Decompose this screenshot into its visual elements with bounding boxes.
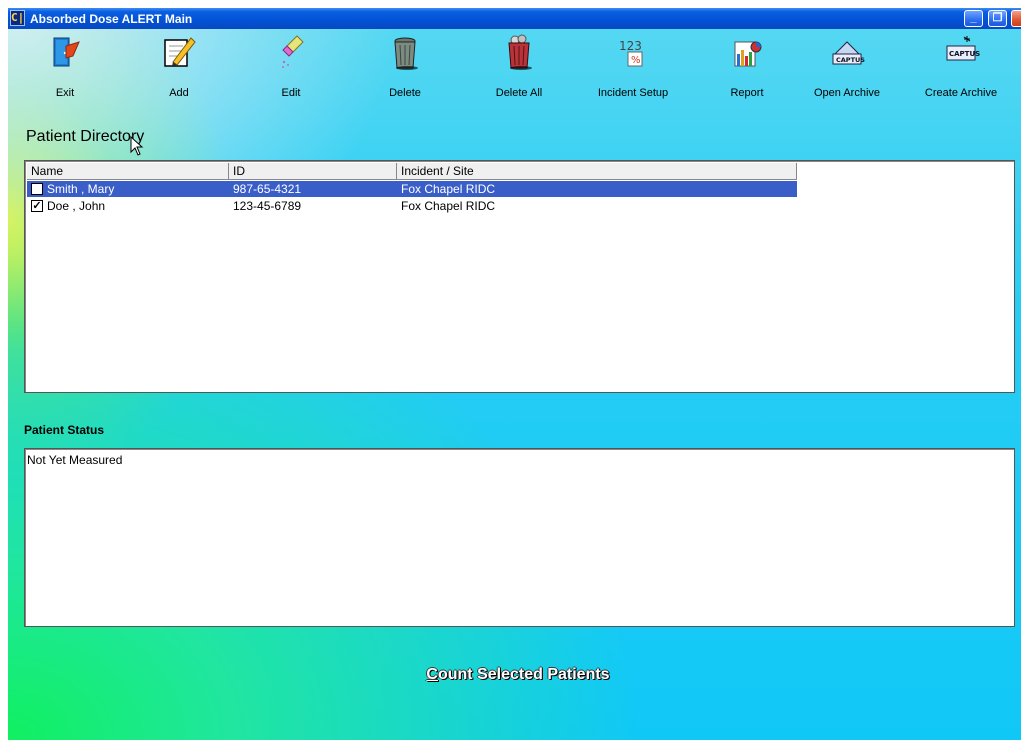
- patient-id: 987-65-4321: [233, 182, 302, 196]
- add-button[interactable]: Add: [134, 32, 224, 102]
- mouse-cursor-icon: [130, 136, 144, 156]
- minimize-button[interactable]: _: [964, 10, 983, 27]
- patient-name: Smith , Mary: [47, 182, 115, 196]
- count-selected-patients-button[interactable]: Count Selected Patients: [328, 666, 708, 690]
- report-label: Report: [730, 87, 764, 99]
- incident-setup-label: Incident Setup: [597, 87, 669, 99]
- edit-button[interactable]: Edit: [246, 32, 336, 102]
- patient-list[interactable]: Name ID Incident / Site Smith , Mary 987…: [24, 160, 1015, 393]
- delete-label: Delete: [389, 87, 421, 99]
- title-bar[interactable]: C| Absorbed Dose ALERT Main _ ❐: [8, 8, 1021, 29]
- patient-id: 123-45-6789: [233, 199, 302, 213]
- incident-icon-percent: %: [631, 55, 641, 66]
- delete-all-button[interactable]: Delete All: [474, 32, 564, 102]
- report-button[interactable]: Report: [702, 32, 792, 102]
- patient-site: Fox Chapel RIDC: [401, 182, 496, 196]
- create-archive-icon: CAPTUS: [946, 36, 980, 61]
- exit-door-icon: [53, 37, 80, 67]
- edit-label: Edit: [281, 87, 301, 99]
- list-header: Name ID Incident / Site: [27, 163, 797, 180]
- count-button-label: ount Selected Patients: [437, 666, 610, 683]
- patient-name: Doe , John: [47, 199, 106, 213]
- patient-site: Fox Chapel RIDC: [401, 199, 496, 213]
- incident-icon-digits: 123: [619, 39, 642, 53]
- add-label: Add: [169, 87, 189, 99]
- open-archive-icon-text: CAPTUS: [836, 56, 865, 64]
- column-header-id[interactable]: ID: [229, 163, 397, 180]
- patient-directory-title: Patient Directory: [26, 128, 145, 145]
- patient-status-title: Patient Status: [24, 423, 105, 437]
- exit-button[interactable]: Exit: [20, 32, 110, 102]
- column-header-name[interactable]: Name: [27, 163, 229, 180]
- count-button-hotkey: C: [426, 666, 438, 683]
- close-button[interactable]: [1011, 10, 1021, 27]
- patient-status-text: Not Yet Measured: [27, 453, 123, 467]
- trash-can-icon: [394, 37, 418, 70]
- delete-button[interactable]: Delete: [360, 32, 450, 102]
- open-archive-icon: CAPTUS: [832, 41, 865, 65]
- open-archive-label: Open Archive: [813, 87, 881, 99]
- patient-row[interactable]: Smith , Mary 987-65-4321 Fox Chapel RIDC: [27, 181, 797, 197]
- column-header-incident-site[interactable]: Incident / Site: [397, 163, 797, 180]
- patient-checkbox[interactable]: [31, 183, 43, 195]
- exit-label: Exit: [55, 87, 75, 99]
- incident-setup-icon: 123 %: [619, 39, 643, 67]
- patient-row[interactable]: ✓ Doe , John 123-45-6789 Fox Chapel RIDC: [27, 198, 797, 214]
- window-title: Absorbed Dose ALERT Main: [30, 12, 193, 26]
- create-archive-label: Create Archive: [924, 87, 998, 99]
- restore-button[interactable]: ❐: [988, 10, 1007, 27]
- create-archive-icon-text: CAPTUS: [949, 50, 980, 58]
- full-trash-can-icon: [508, 34, 532, 70]
- patient-status-box[interactable]: Not Yet Measured: [24, 448, 1015, 627]
- report-chart-icon: [734, 41, 762, 67]
- app-logo-icon: C|: [10, 10, 25, 26]
- delete-all-label: Delete All: [495, 87, 543, 99]
- open-archive-button[interactable]: CAPTUS Open Archive: [802, 32, 892, 102]
- incident-setup-button[interactable]: 123 % Incident Setup: [588, 32, 678, 102]
- eraser-icon: [282, 35, 304, 68]
- patient-checkbox[interactable]: ✓: [31, 200, 43, 212]
- create-archive-button[interactable]: CAPTUS Create Archive: [916, 32, 1006, 102]
- main-window: C| Absorbed Dose ALERT Main _ ❐ Exit Add: [8, 8, 1021, 740]
- notepad-pencil-icon: [164, 37, 196, 67]
